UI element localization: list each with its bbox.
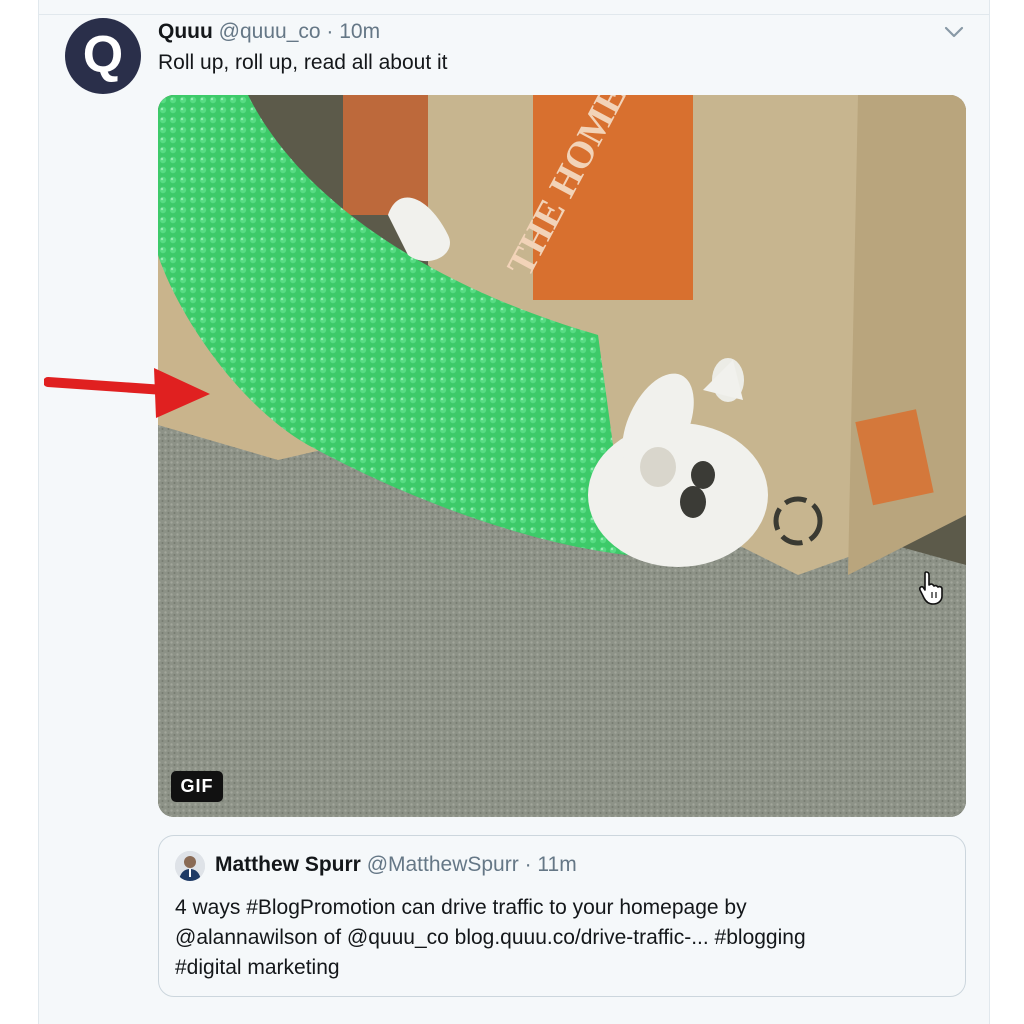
tweet-divider bbox=[38, 14, 990, 15]
meta-separator: · bbox=[518, 853, 538, 876]
tweet-media-gif[interactable]: THE HOME bbox=[158, 95, 966, 817]
tweet-text: Roll up, roll up, read all about it bbox=[158, 51, 448, 74]
quoted-author-handle[interactable]: @MatthewSpurr bbox=[367, 853, 519, 876]
tweet-timestamp[interactable]: 10m bbox=[339, 20, 380, 43]
quoted-text-line: #digital marketing bbox=[175, 956, 340, 979]
quoted-tweet-header: Matthew Spurr @MatthewSpurr · 11m bbox=[215, 853, 577, 877]
quoted-author-name[interactable]: Matthew Spurr bbox=[215, 853, 361, 876]
quoted-tweet-text: 4 ways #BlogPromotion can drive traffic … bbox=[175, 893, 806, 983]
quoted-text-line: @alannawilson of @quuu_co blog.quuu.co/d… bbox=[175, 926, 806, 949]
meta-separator: · bbox=[320, 20, 340, 43]
quoted-tweet-timestamp[interactable]: 11m bbox=[537, 853, 576, 876]
arrow-right-icon bbox=[44, 368, 210, 418]
hand-pointer-icon bbox=[918, 571, 943, 605]
avatar[interactable]: Q bbox=[65, 18, 141, 94]
tweet-header: Quuu @quuu_co · 10m bbox=[158, 20, 380, 44]
quoted-avatar[interactable] bbox=[175, 851, 205, 881]
quoted-text-line: 4 ways #BlogPromotion can drive traffic … bbox=[175, 896, 747, 919]
gif-badge: GIF bbox=[171, 771, 223, 802]
gif-frame: THE HOME bbox=[158, 95, 966, 817]
author-handle[interactable]: @quuu_co bbox=[219, 20, 321, 43]
avatar-letter: Q bbox=[82, 26, 124, 84]
chevron-down-icon[interactable] bbox=[942, 22, 966, 42]
author-name[interactable]: Quuu bbox=[158, 20, 213, 43]
